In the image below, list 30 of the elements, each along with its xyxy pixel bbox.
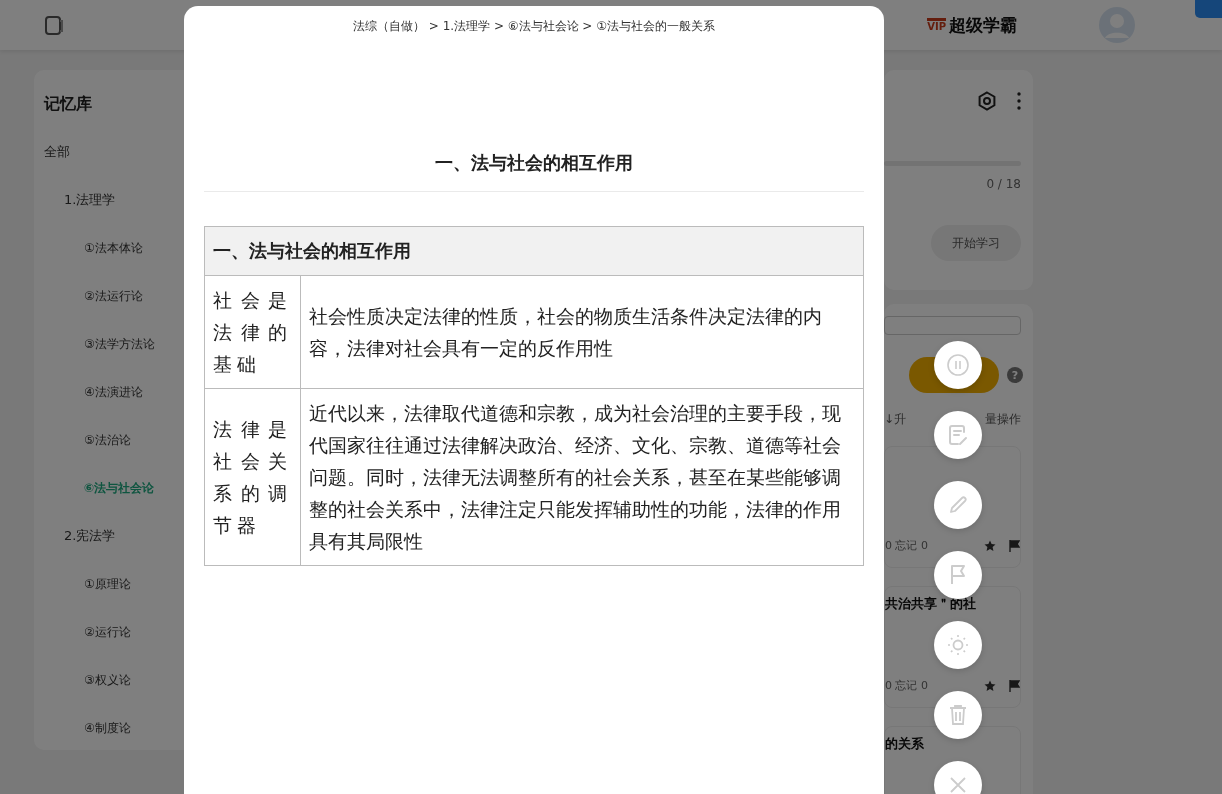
star-icon[interactable] [984,539,996,552]
card-heading: 一、法与社会的相互作用 [204,151,864,192]
table-cell: 社会是法律的基础 [204,275,301,389]
card-title: 的关系 [885,735,925,753]
flag-icon[interactable] [1008,679,1020,692]
card-stats: 0 忘记 0 [885,538,928,553]
settings-icon[interactable] [977,91,997,111]
sort-link[interactable]: ↓升 [884,411,907,428]
table-cell: 社会性质决定法律的性质，社会的物质生活条件决定法律的内容，法律对社会具有一定的反作用性 [300,275,864,389]
progress-count: 0 / 18 [986,177,1021,191]
star-icon[interactable] [984,679,996,692]
card-title: 共治共享＂的社 [885,595,977,613]
cup-icon[interactable] [44,15,64,35]
help-icon[interactable]: ? [1007,367,1023,383]
breadcrumb: 法综（自做） > 1.法理学 > ⑥法与社会论 > ①法与社会的一般关系 [352,18,716,35]
search-field[interactable] [884,316,1021,335]
sun-icon [946,633,970,657]
more-icon[interactable] [1017,92,1021,110]
table-cell: 法律是社会关系的调节器 [204,388,301,566]
batch-link[interactable]: 量操作 [985,411,1021,428]
logo-text: 超级学霸 [949,13,1017,37]
card-stats: 0 忘记 0 [885,678,928,693]
start-button[interactable]: 开始学习 [931,225,1021,261]
sidebar-title: 记忆库 [44,93,93,115]
pause-icon [946,353,970,377]
note-edit-icon [946,423,970,447]
table-header: 一、法与社会的相互作用 [204,226,864,276]
table-cell: 近代以来，法律取代道德和宗教，成为社会治理的主要手段，现代国家往往通过法律解决政治、经济、文化、宗教、道德等社会问题。同时，法律无法调整所有的社会关系，甚至在某些能够调整的社会关系中，法律注定只能发挥辅助性的功能，法律的作用具有其局限性 [300,388,864,566]
flag-icon[interactable] [1008,539,1020,552]
vip-badge: VIP [927,18,946,32]
